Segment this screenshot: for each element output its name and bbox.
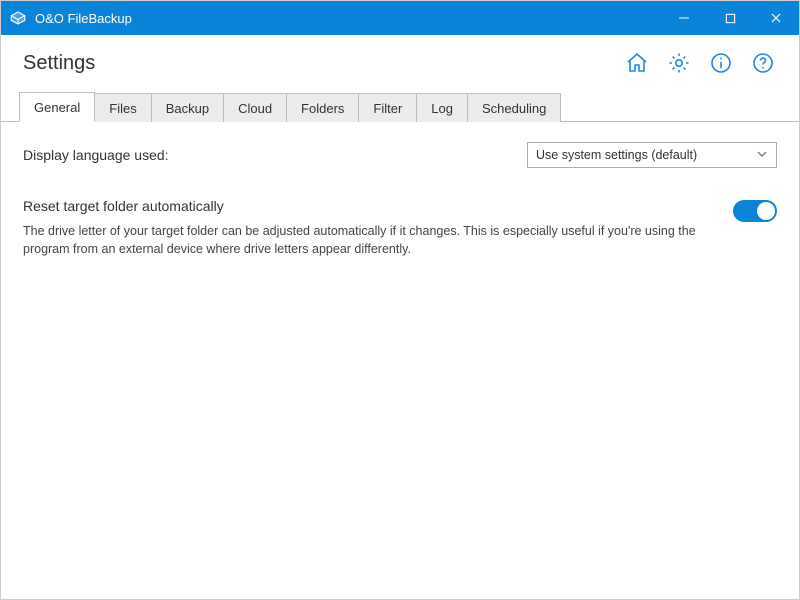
reset-target-title: Reset target folder automatically <box>23 198 713 214</box>
close-button[interactable] <box>753 1 799 35</box>
app-icon <box>9 9 27 27</box>
tab-scheduling[interactable]: Scheduling <box>467 93 561 122</box>
help-icon[interactable] <box>749 49 777 77</box>
toggle-knob <box>757 202 775 220</box>
home-icon[interactable] <box>623 49 651 77</box>
tab-folders[interactable]: Folders <box>286 93 359 122</box>
app-title: O&O FileBackup <box>35 11 132 26</box>
tab-filter[interactable]: Filter <box>358 93 417 122</box>
reset-target-row: Reset target folder automatically The dr… <box>23 198 777 258</box>
chevron-down-icon <box>756 148 768 163</box>
tab-cloud[interactable]: Cloud <box>223 93 287 122</box>
gear-icon[interactable] <box>665 49 693 77</box>
maximize-button[interactable] <box>707 1 753 35</box>
page-title: Settings <box>23 52 95 75</box>
tabs: General Files Backup Cloud Folders Filte… <box>1 91 799 122</box>
reset-target-toggle[interactable] <box>733 200 777 222</box>
tab-general[interactable]: General <box>19 92 95 122</box>
language-label: Display language used: <box>23 147 527 163</box>
page-header: Settings <box>1 35 799 87</box>
tab-content-general: Display language used: Use system settin… <box>1 122 799 278</box>
info-icon[interactable] <box>707 49 735 77</box>
tab-files[interactable]: Files <box>94 93 151 122</box>
titlebar: O&O FileBackup <box>1 1 799 35</box>
language-select[interactable]: Use system settings (default) <box>527 142 777 168</box>
language-row: Display language used: Use system settin… <box>23 142 777 168</box>
language-select-value: Use system settings (default) <box>536 148 697 162</box>
reset-target-description: The drive letter of your target folder c… <box>23 222 713 258</box>
tab-backup[interactable]: Backup <box>151 93 224 122</box>
minimize-button[interactable] <box>661 1 707 35</box>
tab-log[interactable]: Log <box>416 93 468 122</box>
